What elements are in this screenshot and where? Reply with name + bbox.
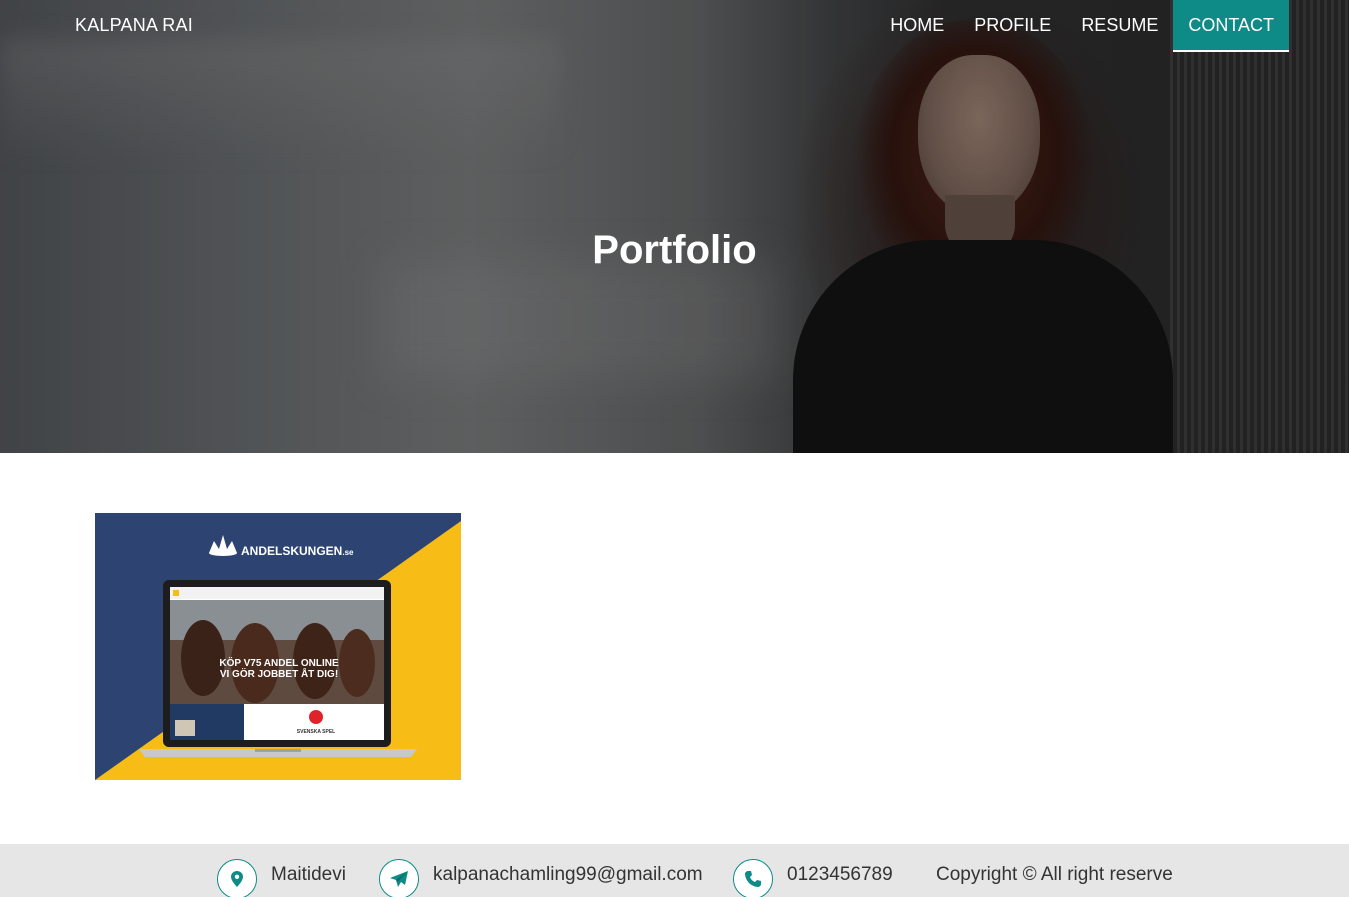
nav-home[interactable]: HOME bbox=[875, 0, 959, 52]
portfolio-item[interactable]: ANDELSKUNGEN.se KÖP V75 ANDEL ONLINE VI … bbox=[95, 513, 461, 780]
nav-resume[interactable]: RESUME bbox=[1066, 0, 1173, 52]
email-link[interactable]: kalpanachamling99@gmail.com bbox=[433, 864, 703, 886]
brand-link[interactable]: KALPANA RAI bbox=[75, 15, 193, 36]
hero-overlay bbox=[0, 0, 1349, 453]
footer-email: kalpanachamling99@gmail.com bbox=[379, 859, 703, 897]
svg-text:ANDELSKUNGEN.se: ANDELSKUNGEN.se bbox=[241, 544, 354, 558]
phone-link[interactable]: 0123456789 bbox=[787, 864, 893, 886]
main-nav: HOME PROFILE RESUME CONTACT bbox=[875, 0, 1289, 52]
paper-plane-icon bbox=[379, 859, 419, 897]
portfolio-brand-suffix: .se bbox=[342, 548, 354, 557]
nav-contact[interactable]: CONTACT bbox=[1173, 0, 1289, 52]
hero-banner: KALPANA RAI HOME PROFILE RESUME CONTACT … bbox=[0, 0, 1349, 453]
footer-phone: 0123456789 bbox=[733, 859, 893, 897]
footer-copyright: Copyright © All right reserve bbox=[936, 864, 1173, 886]
portfolio-headline-2: VI GÖR JOBBET ÅT DIG! bbox=[220, 667, 338, 680]
nav-profile[interactable]: PROFILE bbox=[959, 0, 1066, 52]
address-text: Maitidevi bbox=[271, 864, 346, 885]
page-title: Portfolio bbox=[592, 228, 757, 272]
map-marker-icon bbox=[217, 859, 257, 897]
portfolio-thumbnail: ANDELSKUNGEN.se KÖP V75 ANDEL ONLINE VI … bbox=[95, 513, 461, 780]
footer-address: Maitidevi bbox=[217, 859, 346, 897]
copyright-text: Copyright © All right reserve bbox=[936, 864, 1173, 885]
phone-icon bbox=[733, 859, 773, 897]
portfolio-headline-1: KÖP V75 ANDEL ONLINE bbox=[219, 656, 339, 669]
portfolio-partner: SVENSKA SPEL bbox=[297, 729, 335, 735]
portfolio-brand: ANDELSKUNGEN bbox=[241, 544, 342, 558]
footer: Maitidevi kalpanachamling99@gmail.com 01… bbox=[0, 844, 1349, 897]
